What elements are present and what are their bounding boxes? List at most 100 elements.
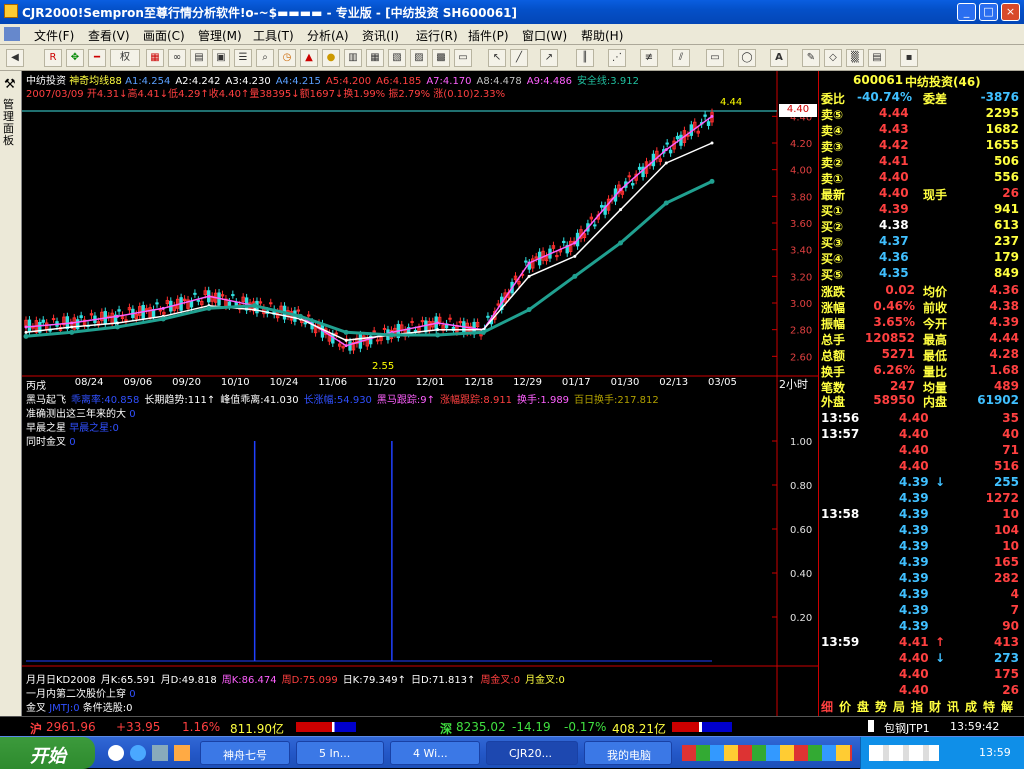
quote-tab[interactable]: 价	[839, 698, 851, 715]
date-label: 12/01	[415, 377, 445, 388]
ellipse-icon[interactable]: ◯	[738, 49, 756, 67]
line-icon[interactable]: ╱	[510, 49, 528, 67]
lower-axis-label: 0.80	[790, 481, 812, 492]
palette-icon[interactable]: ▒	[846, 49, 864, 67]
vlines-icon[interactable]: ║	[576, 49, 594, 67]
task-ie[interactable]: 5 In...	[296, 741, 384, 765]
menu-manage[interactable]: 管理(M)	[198, 27, 242, 44]
sidebar-label[interactable]: 管理面板	[3, 99, 19, 147]
bottom-panel-header: 月月日KD2008 月K:65.591 月D:49.818 周K:86.474 周D:7…	[26, 671, 570, 686]
quote-tab[interactable]: 特	[983, 698, 995, 715]
gold-icon[interactable]: ●	[322, 49, 340, 67]
menu-analysis[interactable]: 分析(A)	[307, 27, 349, 44]
clock-icon[interactable]: ◷	[278, 49, 296, 67]
back-icon[interactable]: ◀	[6, 49, 24, 67]
quote-tab[interactable]: 局	[893, 698, 905, 715]
quote-tab[interactable]: 细	[821, 698, 833, 715]
task-cjr2000[interactable]: CJR20...	[486, 741, 578, 765]
quote-tab[interactable]: 财	[929, 698, 941, 715]
app-icon	[4, 4, 18, 18]
quicklaunch-ie-icon[interactable]	[130, 745, 146, 761]
last-label: 最新	[821, 188, 846, 202]
copy-icon[interactable]: ▣	[212, 49, 230, 67]
tick-price: 4.39	[899, 523, 929, 537]
chart-icon[interactable]: ▨	[410, 49, 428, 67]
menu-plugins[interactable]: 插件(P)	[468, 27, 509, 44]
quote-tab[interactable]: 成	[965, 698, 977, 715]
wb-label: 委比	[821, 92, 846, 106]
parallel-icon[interactable]: ⫽	[672, 49, 690, 67]
ray-icon[interactable]: ↗	[540, 49, 558, 67]
quote-tab[interactable]: 指	[911, 698, 923, 715]
tools-icon[interactable]: ⚒	[4, 77, 16, 92]
sz-price: 8235.02	[456, 720, 506, 734]
series-point	[572, 273, 578, 279]
rect-icon[interactable]: ▭	[706, 49, 724, 67]
fan-icon[interactable]: ⋰	[608, 49, 626, 67]
save-icon[interactable]: ▪	[900, 49, 918, 67]
candle-body	[231, 294, 235, 297]
channel-icon[interactable]: ≢	[640, 49, 658, 67]
brush-icon[interactable]: ✎	[802, 49, 820, 67]
glasses-icon[interactable]: ∞	[168, 49, 186, 67]
sheet-icon[interactable]: ▩	[432, 49, 450, 67]
candles-group	[24, 108, 714, 355]
color-icon[interactable]: ▤	[868, 49, 886, 67]
quote-tab[interactable]: 势	[875, 698, 887, 715]
menu-run[interactable]: 运行(R)	[416, 27, 458, 44]
book-icon[interactable]: ▤	[190, 49, 208, 67]
minus-icon[interactable]: ━	[88, 49, 106, 67]
menu-tools[interactable]: 工具(T)	[253, 27, 294, 44]
calc-icon[interactable]: ▧	[388, 49, 406, 67]
menu-info[interactable]: 资讯(I)	[362, 27, 399, 44]
cursor-icon[interactable]: ↖	[488, 49, 506, 67]
quicklaunch-desktop-icon[interactable]	[152, 745, 168, 761]
table-icon[interactable]: ▦	[366, 49, 384, 67]
start-button[interactable]: 开始	[0, 737, 95, 769]
move-icon[interactable]: ✥	[66, 49, 84, 67]
find-icon[interactable]: ⌕	[256, 49, 274, 67]
eraser-icon[interactable]: ◇	[824, 49, 842, 67]
stat-value: 6.26%	[873, 363, 915, 377]
menu-window[interactable]: 窗口(W)	[522, 27, 567, 44]
rsi-icon[interactable]: R	[44, 49, 62, 67]
menu-help[interactable]: 帮助(H)	[581, 27, 623, 44]
quicklaunch-media-icon[interactable]	[108, 745, 124, 761]
text-icon[interactable]: A	[770, 49, 788, 67]
system-tray: 13:59	[860, 737, 1024, 769]
rights-select[interactable]: 权	[110, 49, 140, 67]
minimize-button[interactable]: _	[957, 3, 976, 21]
sz-label: 深	[440, 722, 453, 736]
tick-volume: 1272	[985, 491, 1019, 505]
menu-view[interactable]: 查看(V)	[88, 27, 130, 44]
candle-body	[631, 183, 635, 186]
maximize-button[interactable]: □	[979, 3, 998, 21]
stat-label-2: 均价	[923, 285, 948, 299]
date-label: 12/18	[464, 377, 494, 388]
series-point	[115, 321, 119, 325]
task-shenzhou[interactable]: 神舟七号	[200, 741, 290, 765]
task-explorer[interactable]: 4 Wi...	[390, 741, 480, 765]
window-icon[interactable]: ▭	[454, 49, 472, 67]
quicklaunch-folder-icon[interactable]	[174, 745, 190, 761]
bottom-line3-extra: 条件选股:0	[82, 703, 133, 714]
series-point	[252, 303, 258, 309]
quote-tab[interactable]: 盘	[857, 698, 869, 715]
alarm-icon[interactable]: ▲	[300, 49, 318, 67]
close-button[interactable]: ×	[1001, 3, 1020, 21]
list-icon[interactable]: ☰	[234, 49, 252, 67]
task-mycomputer[interactable]: 我的电脑	[584, 741, 672, 765]
stat-label-2: 量比	[923, 365, 948, 379]
quote-tab[interactable]: 讯	[947, 698, 959, 715]
tray-app-icons[interactable]	[682, 745, 852, 761]
quote-tab[interactable]: 解	[1001, 698, 1013, 715]
menu-file[interactable]: 文件(F)	[34, 27, 74, 44]
stat-value: 5271	[881, 347, 915, 361]
grid-icon[interactable]: ▦	[146, 49, 164, 67]
last-price: 4.40	[879, 186, 909, 200]
chart-area[interactable]: 中纺投资 神奇均线88 A1:4.254 A2:4.242 A3:4.230 A4:4…	[22, 71, 820, 716]
taskbar: 开始 神舟七号 5 In... 4 Wi... CJR20... 我的电脑 13…	[0, 736, 1024, 769]
tray-icons[interactable]	[869, 745, 939, 761]
report-icon[interactable]: ▥	[344, 49, 362, 67]
menu-screen[interactable]: 画面(C)	[143, 27, 185, 44]
